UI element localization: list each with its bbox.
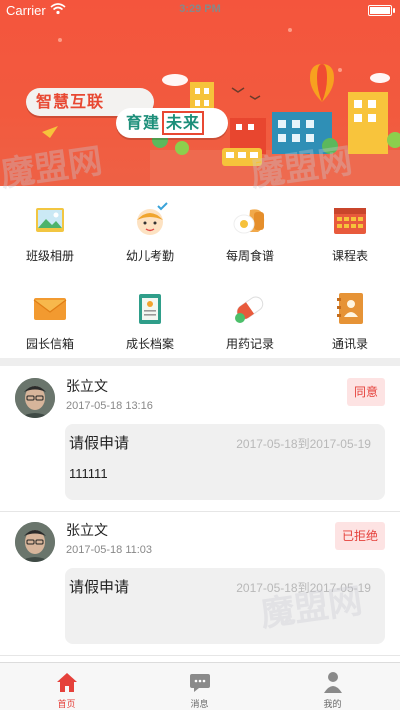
menu-director-mailbox-label: 园长信箱 [25, 337, 74, 351]
menu-director-mailbox[interactable]: 园长信箱 [0, 278, 100, 364]
attendance-child-icon [137, 202, 168, 235]
menu-weekly-recipe-label: 每周食谱 [225, 249, 274, 263]
requester-name: 张立文 [66, 379, 108, 395]
growth-file-icon [139, 294, 161, 324]
status-bar: Carrier 3:29 PM [0, 0, 400, 22]
menu-contacts-label: 通讯录 [331, 337, 368, 351]
recipe-food-icon [233, 209, 265, 234]
request-title: 请假申请 [69, 578, 130, 596]
tab-bar: 首页 消息 我的 [0, 662, 400, 710]
banner[interactable]: 智慧互联 育建 未来 Carrier 3:29 PM [0, 0, 400, 186]
menu-class-album-label: 班级相册 [25, 249, 74, 263]
section-divider [0, 358, 400, 366]
home-icon [57, 673, 77, 692]
request-date-range: 2017-05-18到2017-05-19 [236, 437, 371, 451]
leave-request-content: 请假申请 2017-05-18到2017-05-19 [65, 568, 385, 644]
photo-album-icon [36, 208, 64, 232]
tab-profile[interactable]: 我的 [266, 663, 399, 710]
avatar[interactable] [15, 378, 55, 418]
avatar[interactable] [15, 522, 55, 562]
menu-timetable[interactable]: 课程表 [300, 190, 400, 276]
banner-slogan-2: 育建 未来 [116, 108, 228, 138]
battery-tip [393, 8, 395, 13]
avatar-photo [15, 378, 55, 418]
banner-slogan-2-text: 育建 [126, 113, 161, 132]
menu-child-attendance[interactable]: 幼儿考勤 [100, 190, 200, 276]
medicine-capsule-icon [235, 296, 264, 323]
requester-name: 张立文 [66, 523, 108, 539]
menu-medicine-record[interactable]: 用药记录 [200, 278, 300, 364]
profile-icon [324, 672, 342, 693]
mail-envelope-icon [33, 298, 67, 320]
menu-weekly-recipe[interactable]: 每周食谱 [200, 190, 300, 276]
menu-growth-file[interactable]: 成长档案 [100, 278, 200, 364]
menu-child-attendance-label: 幼儿考勤 [125, 249, 174, 263]
status-badge: 同意 [346, 378, 385, 406]
menu-medicine-record-label: 用药记录 [225, 337, 274, 351]
tab-messages[interactable]: 消息 [133, 663, 266, 710]
request-date-range: 2017-05-18到2017-05-19 [236, 581, 371, 595]
tab-profile-label: 我的 [323, 700, 342, 710]
timetable-icon [334, 208, 366, 234]
menu-growth-file-label: 成长档案 [125, 337, 174, 351]
leave-request-card[interactable]: 张立文 2017-05-18 13:16 同意 请假申请 2017-05-18到… [0, 366, 400, 512]
clock: 3:29 PM [179, 3, 221, 15]
request-time: 2017-05-18 11:03 [66, 544, 153, 556]
tab-home-label: 首页 [57, 700, 76, 710]
avatar-photo [15, 522, 55, 562]
battery-icon [368, 5, 392, 16]
tab-messages-label: 消息 [190, 700, 209, 710]
contacts-book-icon [337, 293, 363, 324]
banner-slogan-highlight: 未来 [162, 111, 205, 135]
menu-contacts[interactable]: 通讯录 [300, 278, 400, 364]
status-badge: 已拒绝 [334, 522, 385, 550]
request-body: 111111 [69, 466, 108, 481]
menu-class-album[interactable]: 班级相册 [0, 190, 100, 276]
tab-home[interactable]: 首页 [0, 663, 133, 710]
leave-request-card[interactable]: 张立文 2017-05-18 11:03 已拒绝 请假申请 2017-05-18… [0, 510, 400, 656]
message-icon [190, 674, 210, 692]
feature-grid: 班级相册 幼儿考勤 每周食谱 课程表 园长信箱 成长档案 用药记录 通讯录 [0, 186, 400, 356]
request-time: 2017-05-18 13:16 [66, 400, 153, 412]
menu-timetable-label: 课程表 [331, 249, 368, 263]
leave-request-list: 张立文 2017-05-18 13:16 同意 请假申请 2017-05-18到… [0, 366, 400, 662]
leave-request-content: 请假申请 2017-05-18到2017-05-19 111111 [65, 424, 385, 500]
request-title: 请假申请 [69, 434, 130, 452]
